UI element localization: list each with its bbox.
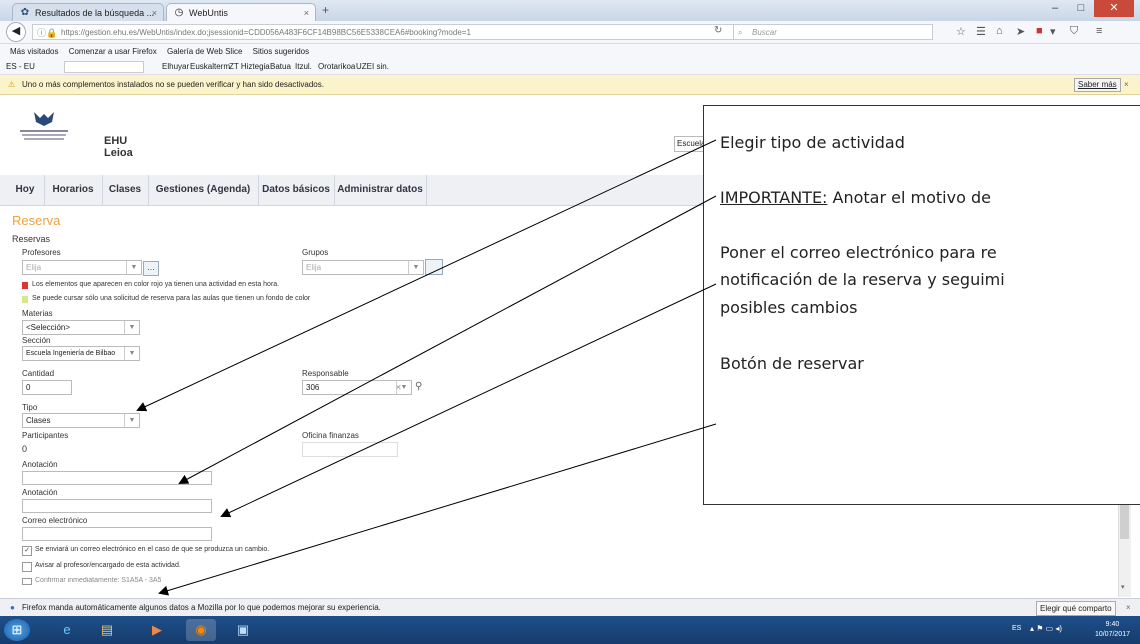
annotation-arrows (136, 139, 717, 596)
clock-date: 10/07/2017 (1094, 631, 1130, 638)
start-button[interactable]: ⊞ (4, 619, 30, 641)
clock-time: 9:40 (1105, 621, 1120, 628)
arrow-to-tipo (136, 139, 717, 412)
system-clock[interactable]: 9:40 10/07/2017 (1095, 620, 1130, 640)
info-icon: ● (10, 603, 15, 612)
close-telemetry-icon[interactable]: × (1126, 599, 1131, 617)
tray-icons[interactable]: ▴ ⚑ ▭ ◂) (1030, 624, 1062, 633)
screenshot-app-icon[interactable]: ▣ (228, 619, 258, 641)
windows-taskbar: ⊞ e ▤ ▶ ◉ ▣ ES ▴ ⚑ ▭ ◂) 9:40 10/07/2017 (0, 616, 1140, 644)
telemetry-bar: ● Firefox manda automáticamente algunos … (0, 598, 1140, 617)
telemetry-text: Firefox manda automáticamente algunos da… (22, 603, 381, 612)
tray-language[interactable]: ES (1012, 625, 1021, 632)
media-player-icon[interactable]: ▶ (142, 619, 172, 641)
firefox-icon[interactable]: ◉ (186, 619, 216, 641)
file-explorer-icon[interactable]: ▤ (92, 619, 122, 641)
choose-share-button[interactable]: Elegir qué comparto (1036, 601, 1116, 616)
arrow-to-anotacion (178, 195, 717, 484)
arrow-to-correo (220, 283, 717, 518)
internet-explorer-icon[interactable]: e (52, 619, 82, 641)
